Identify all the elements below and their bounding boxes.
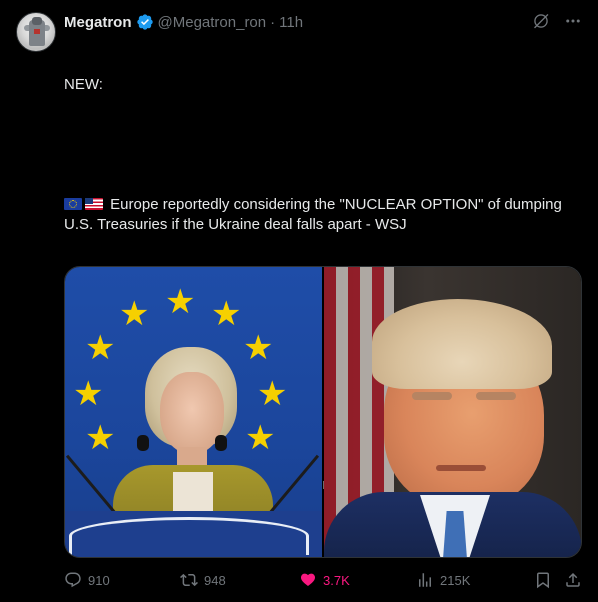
top-actions: [532, 12, 582, 30]
eu-star: ★: [85, 419, 116, 457]
heart-icon: [300, 573, 316, 586]
eu-flag-icon: [64, 198, 82, 210]
eu-star: ★: [73, 375, 104, 413]
eu-star: ★: [85, 329, 116, 367]
eu-star: ★: [119, 295, 150, 333]
share-icon: [566, 572, 580, 587]
photo-brow-left: [412, 392, 452, 400]
eu-star: ★: [211, 295, 242, 333]
more-icon[interactable]: [564, 12, 582, 30]
views-icon: [419, 573, 431, 587]
microphone: [65, 454, 120, 518]
post-media[interactable]: ★ ★ ★ ★ ★ ★ ★ ★ ★: [64, 266, 582, 558]
repost-count: 948: [204, 572, 226, 588]
author-avatar[interactable]: [16, 12, 56, 52]
like-button[interactable]: 3.7K: [299, 571, 350, 589]
like-count: 3.7K: [323, 572, 350, 588]
microphone: [265, 454, 320, 518]
post-line-3: Europe reportedly considering the "NUCLE…: [64, 195, 582, 235]
bookmark-button[interactable]: [534, 571, 552, 589]
eu-star: ★: [245, 419, 276, 457]
post-line-2: [64, 135, 582, 155]
verified-badge-icon[interactable]: [136, 13, 154, 31]
eu-star: ★: [257, 375, 288, 413]
view-count: 215K: [440, 572, 471, 588]
post-line-3-text: Europe reportedly considering the "NUCLE…: [64, 196, 567, 233]
avatar-robot-detail: [34, 29, 40, 34]
microphone-head: [137, 435, 149, 451]
photo-brow-right: [476, 392, 516, 400]
photo-hair: [372, 299, 552, 389]
photo-mouth: [436, 465, 486, 471]
repost-icon: [180, 573, 198, 587]
bookmark-icon: [537, 572, 549, 589]
reply-button[interactable]: 910: [64, 571, 110, 589]
microphone-head: [215, 435, 227, 451]
repost-button[interactable]: 948: [180, 571, 226, 589]
us-flag-icon: [85, 198, 103, 210]
post-time[interactable]: 11h: [279, 14, 303, 31]
post-line-1: NEW:: [64, 76, 103, 93]
eu-star: ★: [165, 283, 196, 321]
grok-icon[interactable]: [532, 12, 550, 30]
author-name[interactable]: Megatron: [64, 14, 132, 31]
author-handle[interactable]: @Megatron_ron: [158, 14, 267, 31]
share-button[interactable]: [564, 571, 582, 589]
eu-star: ★: [243, 329, 274, 367]
separator-dot: ·: [270, 13, 276, 31]
post-header: Megatron @Megatron_ron · 11h: [64, 12, 303, 32]
avatar-robot-head: [32, 17, 42, 25]
reply-count: 910: [88, 572, 110, 588]
photo-tie: [443, 511, 467, 557]
views-button[interactable]: 215K: [416, 571, 470, 589]
reply-icon: [65, 572, 81, 588]
media-photo-left[interactable]: ★ ★ ★ ★ ★ ★ ★ ★ ★: [65, 267, 322, 557]
podium-ring: [69, 517, 309, 555]
media-photo-right[interactable]: [324, 267, 581, 557]
post-actions: 910 948 3.7K 215K: [64, 570, 582, 590]
